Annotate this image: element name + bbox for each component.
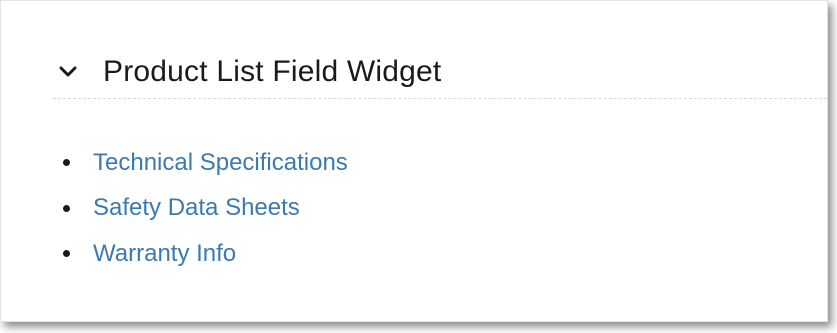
widget-header[interactable]: Product List Field Widget xyxy=(53,45,827,99)
chevron-down-icon[interactable] xyxy=(55,59,81,85)
list-item: Safety Data Sheets xyxy=(53,186,348,232)
safety-data-sheets-link[interactable]: Safety Data Sheets xyxy=(93,194,300,222)
bullet-icon xyxy=(63,159,70,167)
warranty-info-link[interactable]: Warranty Info xyxy=(93,240,236,268)
product-list-field-widget: Product List Field Widget Technical Spec… xyxy=(53,45,827,267)
product-link-list: Technical Specifications Safety Data She… xyxy=(53,140,348,277)
list-item: Technical Specifications xyxy=(53,140,348,186)
bullet-icon xyxy=(63,204,70,212)
technical-specifications-link[interactable]: Technical Specifications xyxy=(93,149,348,177)
bullet-icon xyxy=(63,250,70,258)
list-item: Warranty Info xyxy=(53,231,348,277)
widget-title: Product List Field Widget xyxy=(103,54,442,88)
widget-card: Product List Field Widget Technical Spec… xyxy=(0,0,828,322)
